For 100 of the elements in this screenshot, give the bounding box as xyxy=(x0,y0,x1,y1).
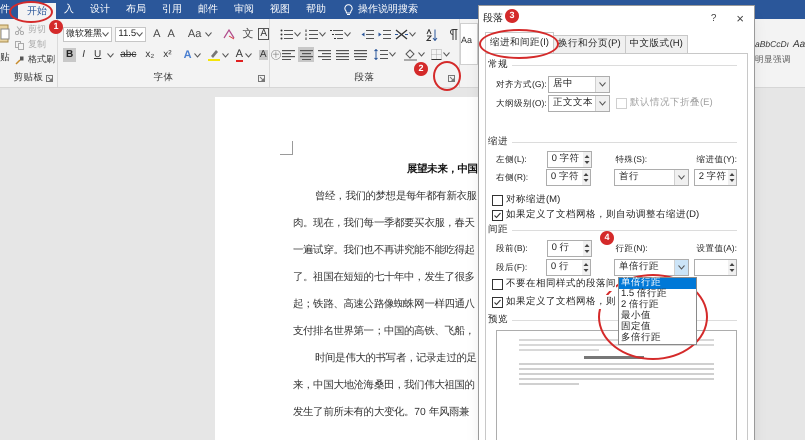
ribbon-tab[interactable]: 入 xyxy=(56,0,82,19)
checkbox[interactable] xyxy=(492,194,503,206)
left-indent-field[interactable]: 0 字符 xyxy=(546,150,592,168)
dialog-tab[interactable]: 缩进和间距(I) xyxy=(485,32,554,53)
ribbon-tab[interactable]: 邮件 xyxy=(190,0,226,19)
borders-icon[interactable] xyxy=(431,49,442,60)
phonetic-guide-button[interactable]: 文 xyxy=(240,28,256,40)
indent-by-field[interactable]: 2 字符 xyxy=(694,168,737,186)
style-name[interactable]: 明显强调 xyxy=(755,53,805,66)
enclose-characters-button[interactable]: ㊉ xyxy=(270,50,282,60)
special-indent-dropdown[interactable]: 首行 xyxy=(614,168,689,186)
spin-arrows-icon[interactable] xyxy=(583,152,592,166)
dialog-launcher-icon[interactable] xyxy=(448,75,455,82)
section-heading: 常规 xyxy=(488,58,508,72)
format-button[interactable]: I xyxy=(79,48,88,62)
format-painter-button[interactable]: 格式刷 xyxy=(28,53,55,67)
format-button[interactable]: B xyxy=(63,48,76,62)
checkbox-label[interactable]: 如果定义了文档网格，则 xyxy=(506,294,616,310)
checkbox-label[interactable]: 不要在相同样式的段落间 xyxy=(506,276,616,292)
font-color-button[interactable]: A xyxy=(236,48,243,62)
document-text: 曾经，我们的梦想是每年都有新衣服 xyxy=(314,189,477,204)
justify-button[interactable] xyxy=(334,47,350,62)
line-spacing-icon[interactable] xyxy=(374,49,388,60)
dropdown-option[interactable]: 2 倍行距 xyxy=(619,300,696,311)
spin-arrows-icon[interactable] xyxy=(583,240,592,256)
spin-arrows-icon[interactable] xyxy=(582,260,590,274)
alignment-dropdown[interactable]: 居中 xyxy=(548,76,610,93)
dropdown-option[interactable]: 最小值 xyxy=(619,311,696,322)
shrink-font-button[interactable]: A xyxy=(166,28,177,40)
dialog-tab[interactable]: 中文版式(H) xyxy=(626,35,688,53)
help-button[interactable]: ? xyxy=(710,11,716,26)
sort-icon[interactable] xyxy=(426,28,438,40)
checked-checkbox[interactable] xyxy=(492,210,503,221)
style-sample[interactable]: Aa xyxy=(793,37,805,52)
align-right-icon xyxy=(318,49,330,60)
group-label: 剪贴板 xyxy=(14,70,44,85)
document-text: 来，中国大地沧海桑田，我们伟大祖国的 xyxy=(293,378,475,393)
checkbox[interactable] xyxy=(492,278,503,290)
ribbon-tab[interactable]: 设计 xyxy=(82,0,118,19)
field-label: 左侧(L): xyxy=(496,152,528,166)
close-button[interactable]: × xyxy=(736,12,744,25)
paragraph-mark-icon[interactable] xyxy=(448,29,458,40)
multilevel-list-icon[interactable] xyxy=(330,29,343,40)
clipboard-icon[interactable] xyxy=(0,23,10,43)
document-heading: 展望未来，中国 xyxy=(406,162,478,177)
right-indent-field[interactable]: 0 字符 xyxy=(546,168,591,186)
font-name-field[interactable]: 微软雅黑 xyxy=(63,26,112,42)
field-label: 对齐方式(G): xyxy=(496,78,548,91)
character-shading-button[interactable]: A xyxy=(258,50,268,60)
dropdown-option[interactable]: 1.5 倍行距 xyxy=(619,289,696,300)
dropdown-option[interactable]: 单倍行距 xyxy=(619,278,696,289)
format-button[interactable]: U xyxy=(91,48,104,62)
space-before-field[interactable]: 0 行 xyxy=(546,240,592,256)
style-sample[interactable]: aBbCcDı xyxy=(755,38,790,51)
increase-indent-icon[interactable] xyxy=(378,29,391,40)
numbered-list-icon[interactable] xyxy=(305,29,318,40)
spin-arrows-icon[interactable] xyxy=(728,260,736,274)
field-label: 段前(B): xyxy=(496,242,529,254)
line-spacing-dropdown[interactable]: 单倍行距 xyxy=(614,258,689,276)
format-button[interactable]: abc xyxy=(117,48,140,62)
format-button[interactable]: x₂ xyxy=(142,48,158,62)
ribbon-tab[interactable]: 布局 xyxy=(118,0,154,19)
highlighter-icon[interactable] xyxy=(208,49,220,61)
align-left-button[interactable] xyxy=(280,47,296,62)
bullet-list-icon[interactable] xyxy=(280,29,293,40)
checked-checkbox[interactable] xyxy=(492,296,503,308)
caret-icon xyxy=(409,32,416,37)
align-center-button[interactable] xyxy=(298,47,314,62)
grow-font-button[interactable]: A xyxy=(151,28,163,40)
format-button[interactable]: x² xyxy=(160,48,175,62)
ribbon-tab[interactable]: 开始 xyxy=(18,3,56,19)
dialog-launcher-icon[interactable] xyxy=(258,75,265,82)
distribute-button[interactable] xyxy=(352,47,368,62)
dropdown-option[interactable]: 固定值 xyxy=(619,322,696,333)
decrease-indent-icon[interactable] xyxy=(361,29,374,40)
margin-corner-mark xyxy=(280,141,293,155)
change-case-button[interactable]: Aa xyxy=(186,28,204,40)
spin-arrows-icon[interactable] xyxy=(728,170,736,184)
paste-label[interactable]: 贴 xyxy=(0,51,10,66)
align-right-button[interactable] xyxy=(316,47,332,62)
ribbon-tab[interactable]: 帮助 xyxy=(298,0,334,19)
dropdown-option[interactable]: 多倍行距 xyxy=(619,333,696,344)
clear-format-icon[interactable] xyxy=(223,28,236,40)
outline-level-dropdown[interactable]: 正文文本 xyxy=(548,95,610,112)
character-border-button[interactable]: A xyxy=(258,28,269,40)
ribbon-tab[interactable]: 件 xyxy=(0,0,18,19)
ribbon-tab[interactable]: 引用 xyxy=(154,0,190,19)
spacing-value-field[interactable] xyxy=(694,258,737,276)
space-after-field[interactable]: 0 行 xyxy=(546,258,591,276)
dialog-launcher-icon[interactable] xyxy=(46,75,53,82)
spin-arrows-icon[interactable] xyxy=(582,170,590,184)
field-label: 设置值(A): xyxy=(696,242,737,254)
group-label: 段落 xyxy=(354,70,374,85)
ribbon-tab[interactable]: 视图 xyxy=(262,0,298,19)
search-hint[interactable]: 操作说明搜索 xyxy=(358,2,418,17)
caret-icon xyxy=(319,32,326,37)
text-effects-button[interactable]: A xyxy=(184,50,192,60)
copy-icon xyxy=(15,40,24,50)
ribbon-tab[interactable]: 审阅 xyxy=(226,0,262,19)
font-size-field[interactable]: 11.5 xyxy=(115,26,146,42)
